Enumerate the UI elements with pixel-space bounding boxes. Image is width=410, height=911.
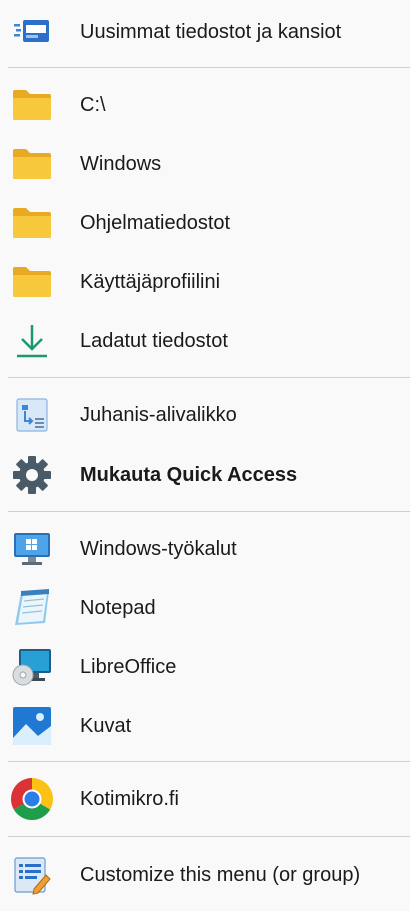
menu-item-label: Juhanis-alivalikko [80,404,237,426]
menu-item-label: Mukauta Quick Access [80,464,298,486]
menu-item-windows-tools[interactable]: Windows-työkalut [0,522,410,576]
folder-icon [8,199,56,247]
recent-files-icon [8,8,56,56]
separator [8,67,410,68]
gear-icon [8,451,56,499]
menu-item-label: Ladatut tiedostot [80,330,228,352]
libreoffice-icon [8,643,56,691]
menu-item-label: Notepad [80,597,156,619]
folder-icon [8,140,56,188]
customize-menu-icon [8,851,56,899]
download-arrow-icon [8,317,56,365]
menu-item-label: LibreOffice [80,656,177,678]
separator [8,511,410,512]
menu-item-libreoffice[interactable]: LibreOffice [0,640,410,694]
separator [8,761,410,762]
menu-item-recent-files[interactable]: Uusimmat tiedostot ja kansiot [0,5,410,59]
menu-item-juhanis-submenu[interactable]: Juhanis-alivalikko [0,388,410,442]
quick-access-menu: Uusimmat tiedostot ja kansiot C:\ Window… [0,0,410,911]
menu-item-label: Käyttäjäprofiilini [80,271,221,293]
folder-icon [8,258,56,306]
folder-icon [8,81,56,129]
menu-item-kotimikro[interactable]: Kotimikro.fi [0,772,410,826]
separator [8,377,410,378]
menu-item-downloads[interactable]: Ladatut tiedostot [0,314,410,368]
menu-item-label: Kotimikro.fi [80,788,179,810]
menu-item-photos[interactable]: Kuvat [0,699,410,753]
menu-item-program-files[interactable]: Ohjelmatiedostot [0,196,410,250]
separator [8,836,410,837]
notepad-icon [8,584,56,632]
menu-item-label: Uusimmat tiedostot ja kansiot [80,21,342,43]
windows-tools-icon [8,525,56,573]
menu-item-label: Windows [80,153,162,175]
menu-item-notepad[interactable]: Notepad [0,581,410,635]
menu-item-customize-menu[interactable]: Customize this menu (or group) [0,848,410,902]
menu-item-label: Windows-työkalut [80,538,237,560]
menu-item-customize-quick-access[interactable]: Mukauta Quick Access [0,448,410,502]
submenu-icon [8,391,56,439]
menu-item-user-profile[interactable]: Käyttäjäprofiilini [0,255,410,309]
menu-item-label: Ohjelmatiedostot [80,212,231,234]
menu-item-windows[interactable]: Windows [0,137,410,191]
photos-icon [8,702,56,750]
chrome-icon [8,775,56,823]
menu-item-label: Customize this menu (or group) [80,864,361,886]
menu-item-c-drive[interactable]: C:\ [0,78,410,132]
menu-item-label: C:\ [80,94,106,116]
menu-item-label: Kuvat [80,715,132,737]
